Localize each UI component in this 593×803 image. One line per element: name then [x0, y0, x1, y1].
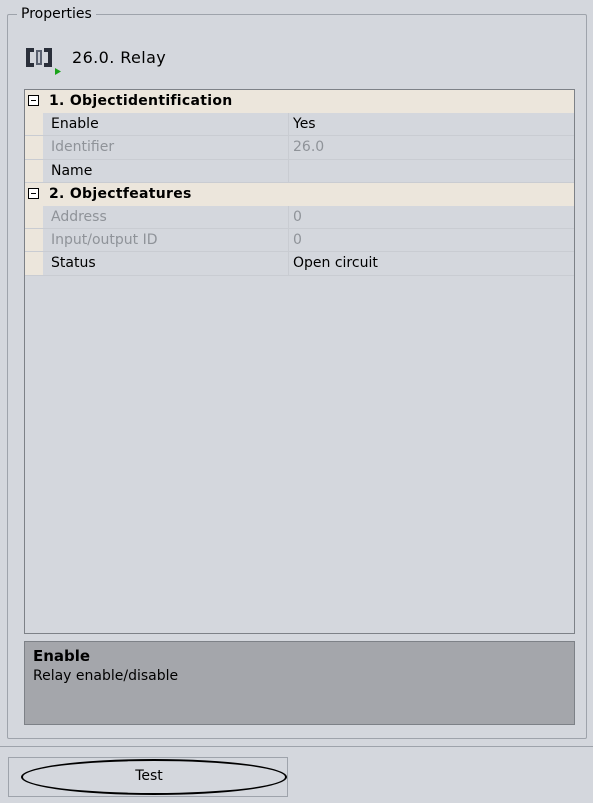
- category-label: 1. Objectidentification: [49, 93, 233, 109]
- description-text: Relay enable/disable: [33, 668, 179, 684]
- property-name: Address: [51, 208, 107, 225]
- property-value: 0: [293, 232, 302, 249]
- property-name: Input/output ID: [51, 232, 158, 249]
- properties-group-title: Properties: [17, 6, 96, 22]
- description-panel: Enable Relay enable/disable: [24, 641, 575, 725]
- property-name: Status: [51, 255, 96, 272]
- property-value[interactable]: Yes: [293, 116, 316, 132]
- category-object-identification[interactable]: 1. Objectidentification: [25, 90, 574, 114]
- property-row-identifier[interactable]: Identifier 26.0: [25, 136, 574, 160]
- description-title: Enable: [33, 647, 91, 665]
- property-row-enable[interactable]: Enable Yes: [25, 113, 574, 137]
- property-value: 26.0: [293, 139, 325, 156]
- property-value[interactable]: Open circuit: [293, 255, 378, 271]
- property-name: Name: [51, 162, 93, 179]
- relay-icon: [24, 46, 62, 76]
- category-label: 2. Objectfeatures: [49, 185, 192, 202]
- property-name: Enable: [51, 116, 99, 133]
- divider: [0, 746, 593, 747]
- collapse-icon[interactable]: [28, 187, 39, 199]
- property-row-address[interactable]: Address 0: [25, 205, 574, 230]
- test-button-label: Test: [135, 768, 163, 784]
- property-value: 0: [293, 208, 302, 225]
- property-row-input-output-id[interactable]: Input/output ID 0: [25, 229, 574, 253]
- object-header: 26.0. Relay: [24, 44, 424, 76]
- object-title: 26.0. Relay: [72, 48, 167, 67]
- property-name: Identifier: [51, 139, 115, 156]
- property-row-name[interactable]: Name: [25, 159, 574, 183]
- category-object-features[interactable]: 2. Objectfeatures: [25, 182, 574, 206]
- test-button[interactable]: Test: [8, 757, 288, 797]
- collapse-icon[interactable]: [28, 95, 39, 106]
- property-grid[interactable]: 1. Objectidentification Enable Yes Ident…: [24, 89, 575, 634]
- property-row-status[interactable]: Status Open circuit: [25, 252, 574, 276]
